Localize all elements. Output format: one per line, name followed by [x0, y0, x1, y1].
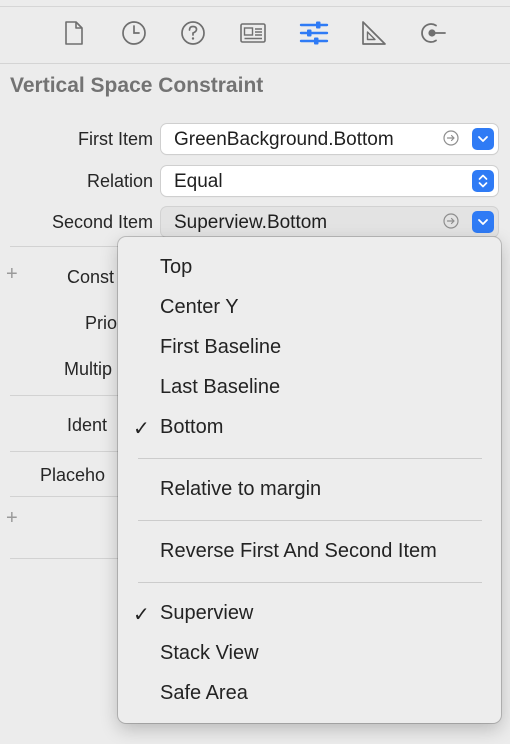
connections-inspector-tab[interactable] — [417, 17, 449, 49]
identity-card-icon — [240, 23, 266, 43]
menu-item-last-baseline[interactable]: Last Baseline — [160, 376, 280, 399]
placeholder-label: Placeho — [40, 465, 106, 485]
first-item-label: First Item — [78, 129, 153, 149]
identifier-label: Ident — [67, 415, 108, 435]
second-item-label: Second Item — [51, 212, 153, 232]
constant-label: Const — [67, 267, 115, 287]
go-to-arrow-icon[interactable] — [443, 213, 459, 229]
chevron-down-icon — [478, 136, 488, 142]
second-item-value: Superview.Bottom — [174, 212, 328, 233]
multiplier-label: Multip — [64, 359, 113, 379]
menu-item-superview[interactable]: Superview — [160, 602, 253, 625]
relation-label: Relation — [86, 171, 153, 191]
menu-item-first-baseline[interactable]: First Baseline — [160, 336, 281, 359]
relation-value: Equal — [174, 171, 223, 192]
menu-item-center-y[interactable]: Center Y — [160, 296, 239, 319]
tab-bar-divider — [0, 63, 510, 64]
help-icon — [181, 21, 205, 45]
section-divider — [10, 558, 125, 559]
chevron-down-icon — [478, 219, 488, 225]
attributes-inspector-tab[interactable] — [298, 17, 330, 49]
menu-item-stack-view[interactable]: Stack View — [160, 642, 259, 665]
identity-inspector-tab[interactable] — [237, 17, 269, 49]
menu-item-top[interactable]: Top — [160, 256, 192, 279]
menu-item-relative-to-margin[interactable]: Relative to margin — [160, 478, 321, 501]
priority-label: Prio — [85, 313, 118, 333]
history-inspector-tab[interactable] — [118, 17, 150, 49]
file-inspector-tab[interactable] — [58, 17, 90, 49]
section-divider — [10, 451, 125, 452]
add-variation-button[interactable]: + — [6, 507, 18, 530]
inspector-tab-bar — [0, 7, 510, 63]
section-divider — [10, 496, 125, 497]
checkmark-icon: ✓ — [133, 418, 150, 440]
second-item-dropdown-menu: Top Center Y First Baseline Last Baselin… — [118, 237, 501, 723]
first-item-field[interactable]: GreenBackground.Bottom — [161, 124, 498, 154]
first-item-value: GreenBackground.Bottom — [174, 129, 394, 150]
add-variation-button[interactable]: + — [6, 263, 18, 286]
second-item-field[interactable]: Superview.Bottom — [161, 207, 498, 237]
ruler-icon — [362, 21, 386, 45]
section-title: Vertical Space Constraint — [10, 74, 264, 97]
menu-separator — [138, 520, 482, 521]
menu-item-safe-area[interactable]: Safe Area — [160, 682, 248, 705]
connections-icon — [421, 23, 446, 43]
go-to-arrow-icon[interactable] — [443, 130, 459, 146]
menu-separator — [138, 582, 482, 583]
clock-icon — [122, 21, 146, 45]
first-item-dropdown-button[interactable] — [472, 128, 494, 150]
menu-separator — [138, 458, 482, 459]
section-divider — [10, 395, 125, 396]
menu-item-reverse[interactable]: Reverse First And Second Item — [160, 540, 437, 563]
help-inspector-tab[interactable] — [177, 17, 209, 49]
second-item-dropdown-button[interactable] — [472, 211, 494, 233]
section-divider — [10, 246, 125, 247]
size-inspector-tab[interactable] — [357, 17, 389, 49]
up-down-chevron-icon — [478, 174, 488, 188]
relation-stepper-button[interactable] — [472, 170, 494, 192]
menu-item-bottom[interactable]: Bottom — [160, 416, 223, 439]
file-icon — [65, 21, 83, 45]
relation-popup[interactable]: Equal — [161, 166, 498, 196]
checkmark-icon: ✓ — [133, 604, 150, 626]
sliders-icon — [299, 21, 329, 45]
